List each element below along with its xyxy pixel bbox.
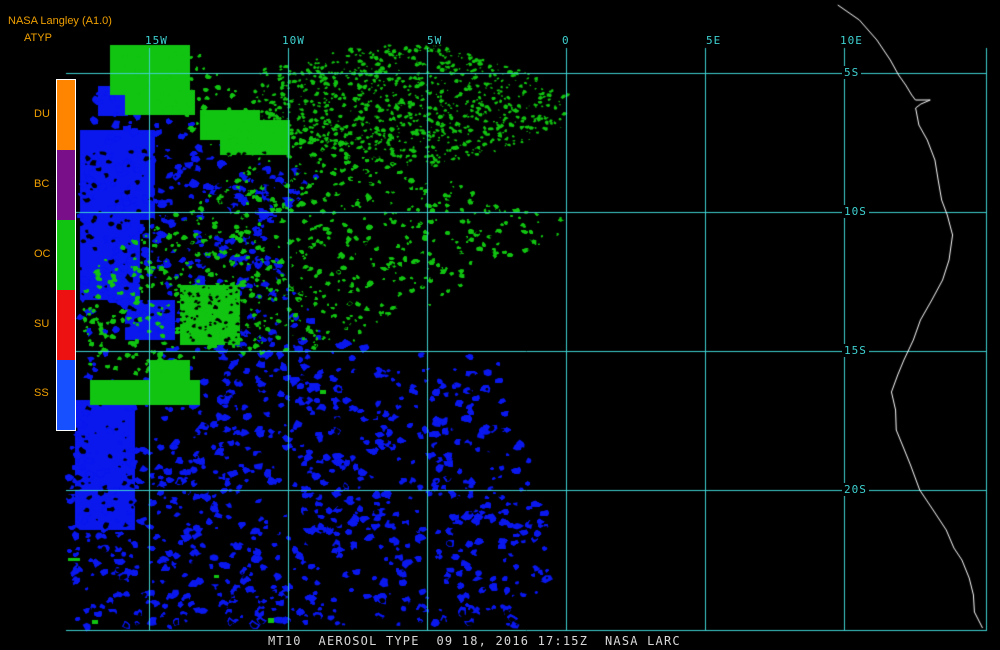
legend-label-oc: OC (34, 248, 51, 260)
legend-label-ss: SS (34, 387, 49, 399)
longitude-label-10e: 10E (840, 34, 863, 47)
longitude-label-5e: 5E (706, 34, 722, 47)
legend-swatch-bc (57, 150, 75, 220)
legend-swatch-ss (57, 360, 75, 430)
legend-label-du: DU (34, 108, 50, 120)
product-name: ATYP (24, 32, 52, 44)
longitude-label-0: 0 (562, 34, 570, 47)
legend-swatch-oc (57, 220, 75, 290)
latitude-label-10s: 10S (842, 205, 869, 218)
legend-label-bc: BC (34, 178, 50, 190)
legend-swatch-du (57, 80, 75, 150)
longitude-label-15w: 15W (145, 34, 168, 47)
longitude-label-10w: 10W (282, 34, 305, 47)
provider-title: NASA Langley (A1.0) (8, 15, 112, 27)
aerosol-type-map (0, 0, 1000, 650)
legend-swatch-su (57, 290, 75, 360)
latitude-label-5s: 5S (842, 66, 862, 79)
legend-label-su: SU (34, 318, 50, 330)
aerosol-type-legend (56, 79, 76, 431)
image-caption: MT10 AEROSOL TYPE 09 18, 2016 17:15Z NAS… (268, 634, 681, 648)
latitude-label-20s: 20S (842, 483, 869, 496)
longitude-label-5w: 5W (427, 34, 443, 47)
latitude-label-15s: 15S (842, 344, 869, 357)
